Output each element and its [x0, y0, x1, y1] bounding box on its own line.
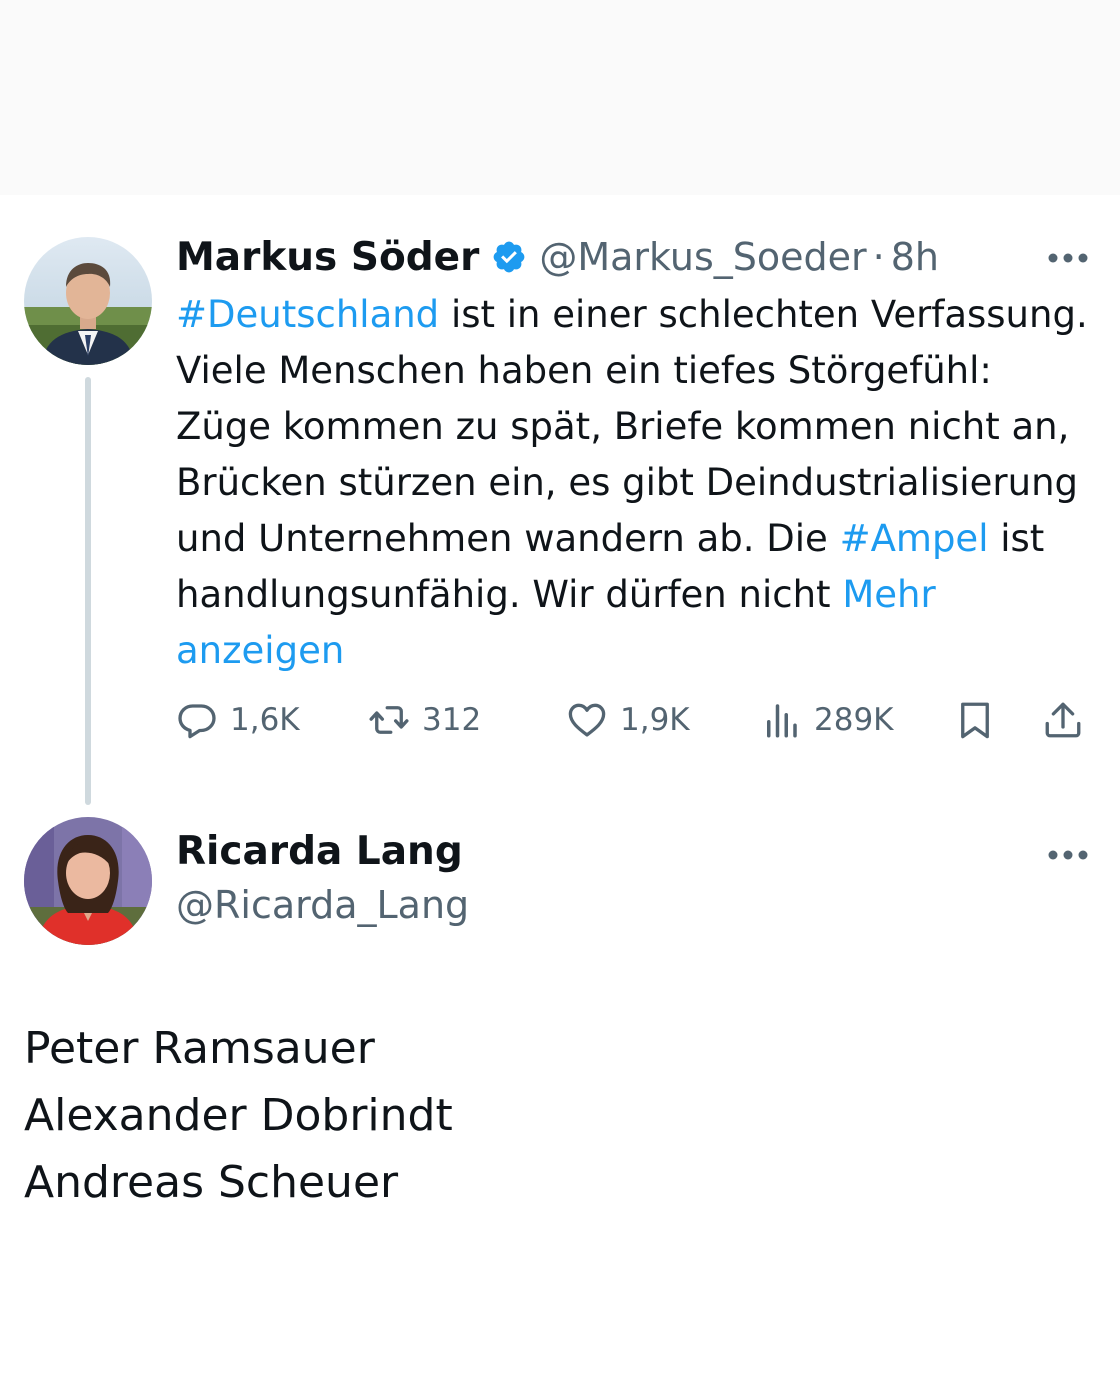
heart-icon — [568, 703, 606, 737]
reply-line: Peter Ramsauer — [24, 1023, 375, 1074]
profile-photo — [24, 817, 152, 945]
verified-badge-icon — [491, 239, 527, 275]
separator-dot: · — [872, 235, 885, 279]
profile-photo — [24, 237, 152, 365]
retweet-count: 312 — [422, 702, 482, 738]
reply-author-handle[interactable]: @Ricarda_Lang — [176, 883, 469, 927]
retweet-button[interactable]: 312 — [368, 695, 481, 745]
reply-button[interactable]: 1,6K — [176, 695, 300, 745]
top-margin — [0, 0, 1120, 195]
views-button[interactable]: 289K — [760, 695, 894, 745]
more-icon[interactable] — [1046, 847, 1090, 861]
tweet-thread: Markus Söder @Markus_Soeder · 8h #Deutsc… — [0, 195, 1120, 1400]
reply-icon — [178, 704, 216, 739]
tweet-text: #Deutschland ist in einer schlechten Ver… — [176, 287, 1096, 679]
share-icon — [1045, 702, 1081, 738]
reply-line: Andreas Scheuer — [24, 1157, 399, 1208]
reply-text: Peter Ramsauer Alexander Dobrindt Andrea… — [24, 1015, 1024, 1216]
avatar-ricarda-lang[interactable] — [24, 817, 152, 945]
views-icon — [767, 704, 797, 738]
avatar-markus-soeder[interactable] — [24, 237, 152, 365]
reply-line: Alexander Dobrindt — [24, 1090, 453, 1141]
author-handle[interactable]: @Markus_Soeder — [539, 235, 866, 279]
hashtag-link[interactable]: #Ampel — [840, 517, 989, 560]
bookmark-icon — [961, 702, 989, 739]
share-button[interactable] — [1042, 695, 1084, 745]
tweet-actions: 1,6K 312 1,9K 289K — [176, 695, 1096, 745]
author-name[interactable]: Markus Söder — [176, 235, 479, 280]
like-count: 1,9K — [620, 702, 690, 738]
view-count: 289K — [814, 702, 894, 738]
reply-count: 1,6K — [230, 702, 300, 738]
bookmark-button[interactable] — [954, 695, 996, 745]
hashtag-link[interactable]: #Deutschland — [176, 293, 439, 336]
thread-connector — [85, 377, 91, 805]
more-icon[interactable] — [1046, 250, 1090, 264]
tweet-header: Markus Söder @Markus_Soeder · 8h — [176, 233, 939, 281]
like-button[interactable]: 1,9K — [566, 695, 690, 745]
retweet-icon — [369, 706, 409, 734]
tweet-timestamp[interactable]: 8h — [891, 235, 939, 279]
reply-author-name[interactable]: Ricarda Lang — [176, 829, 463, 874]
